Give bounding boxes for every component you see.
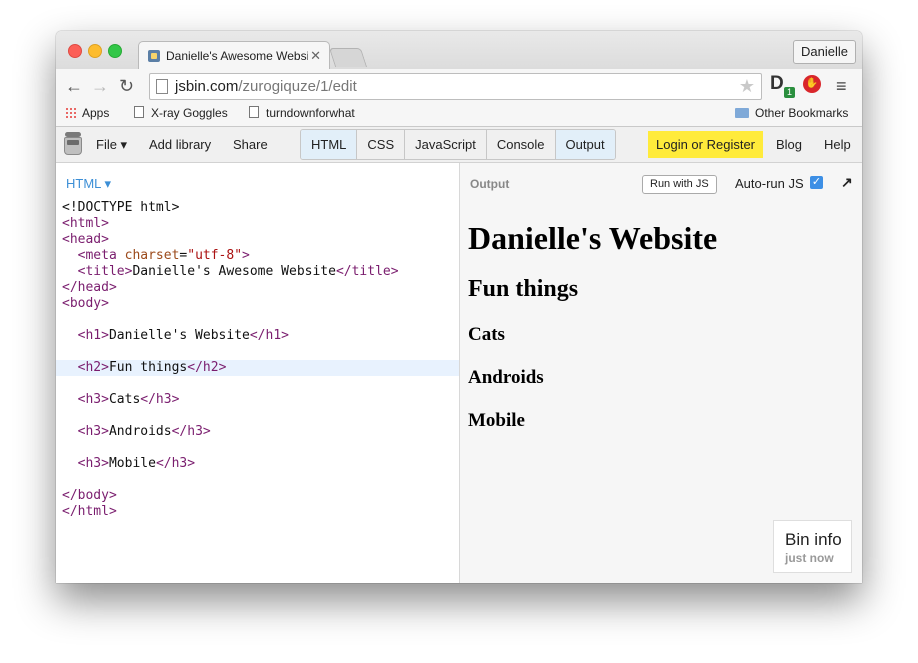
bookmark-apps-label: Apps xyxy=(82,106,110,120)
bookmark-turndownforwhat[interactable]: turndownforwhat xyxy=(249,106,355,120)
output-h1: Danielle's Website xyxy=(468,220,718,256)
code-line[interactable]: </html> xyxy=(56,504,459,520)
bin-info-box[interactable]: Bin info just now xyxy=(773,520,852,573)
title-bar: Danielle's Awesome Websi ✕ Danielle xyxy=(56,31,862,70)
code-line[interactable]: <body> xyxy=(56,296,459,312)
panel-toggle-html[interactable]: HTML xyxy=(301,130,358,159)
share-menu[interactable]: Share xyxy=(233,137,268,152)
panel-toggles: HTML CSS JavaScript Console Output xyxy=(300,129,616,160)
file-menu[interactable]: File ▾ xyxy=(96,137,127,153)
extension-badge: 1 xyxy=(784,87,795,98)
hamburger-menu-icon[interactable]: ≡ xyxy=(836,76,847,97)
bookmarks-bar: Apps X-ray Goggles turndownforwhat Other… xyxy=(56,103,862,127)
browser-toolbar: ← → ↻ jsbin.com/zurogiquze/1/edit ★ D 1 … xyxy=(56,69,862,103)
code-line[interactable]: <meta charset="utf-8"> xyxy=(56,248,459,264)
output-h3-mobile: Mobile xyxy=(468,410,525,431)
code-line[interactable] xyxy=(56,376,459,392)
code-line[interactable]: </head> xyxy=(56,280,459,296)
apps-grid-icon xyxy=(65,107,76,118)
code-line[interactable]: <!DOCTYPE html> xyxy=(56,200,459,216)
address-bar[interactable]: jsbin.com/zurogiquze/1/edit ★ xyxy=(149,73,762,100)
jsbin-menu-bar: File ▾ Add library Share HTML CSS JavaSc… xyxy=(56,127,862,163)
output-h2: Fun things xyxy=(468,276,579,302)
add-library-menu[interactable]: Add library xyxy=(149,137,211,152)
jsbin-favicon-icon xyxy=(148,50,160,62)
folder-icon xyxy=(735,108,749,118)
bookmark-star-icon[interactable]: ★ xyxy=(739,76,755,97)
run-with-js-button[interactable]: Run with JS xyxy=(642,175,717,194)
code-line[interactable]: <h3>Cats</h3> xyxy=(56,392,459,408)
login-register-button[interactable]: Login or Register xyxy=(648,131,763,158)
popout-arrow-icon[interactable]: ↗ xyxy=(841,174,853,191)
panel-toggle-output[interactable]: Output xyxy=(555,130,615,159)
page-icon xyxy=(249,106,259,118)
other-bookmarks-label: Other Bookmarks xyxy=(755,106,849,120)
stop-extension-icon[interactable]: ✋ xyxy=(803,75,821,93)
tab-close-icon[interactable]: ✕ xyxy=(310,48,321,64)
back-arrow-icon[interactable]: ← xyxy=(65,77,83,95)
code-line[interactable]: <html> xyxy=(56,216,459,232)
code-line[interactable]: <h3>Androids</h3> xyxy=(56,424,459,440)
code-line[interactable] xyxy=(56,472,459,488)
forward-arrow-icon[interactable]: → xyxy=(91,77,109,95)
code-line[interactable] xyxy=(56,440,459,456)
browser-tab[interactable]: Danielle's Awesome Websi ✕ xyxy=(138,41,330,70)
code-line[interactable]: <h2>Fun things</h2> xyxy=(56,360,459,376)
zoom-window-button[interactable] xyxy=(108,44,122,58)
url-text[interactable]: jsbin.com/zurogiquze/1/edit xyxy=(175,78,357,95)
panel-toggle-css[interactable]: CSS xyxy=(357,130,406,159)
blog-link[interactable]: Blog xyxy=(776,137,802,152)
bin-info-time: just now xyxy=(785,551,834,565)
code-editor[interactable]: <!DOCTYPE html> <html> <head> <meta charse… xyxy=(56,200,459,520)
output-panel-label: Output xyxy=(470,177,510,191)
panel-toggle-javascript[interactable]: JavaScript xyxy=(405,130,487,159)
page-icon xyxy=(156,79,168,94)
url-path: /zurogiquze/1/edit xyxy=(238,78,357,95)
html-panel-label[interactable]: HTML ▾ xyxy=(66,176,111,192)
tab-title: Danielle's Awesome Websi xyxy=(166,49,308,63)
code-line[interactable] xyxy=(56,344,459,360)
code-line[interactable]: <h3>Mobile</h3> xyxy=(56,456,459,472)
reload-icon[interactable]: ↻ xyxy=(119,77,134,95)
output-panel: Output Run with JS Auto-run JS ✓ ↗ Danie… xyxy=(460,163,862,583)
code-line[interactable]: <title>Danielle's Awesome Website</title… xyxy=(56,264,459,280)
autorun-label: Auto-run JS xyxy=(735,176,804,191)
code-line[interactable] xyxy=(56,408,459,424)
code-line[interactable] xyxy=(56,312,459,328)
code-line[interactable]: <head> xyxy=(56,232,459,248)
autorun-checkbox[interactable]: ✓ xyxy=(810,176,823,189)
minimize-window-button[interactable] xyxy=(88,44,102,58)
panel-toggle-console[interactable]: Console xyxy=(486,130,556,159)
code-line[interactable]: </body> xyxy=(56,488,459,504)
bookmark-xray-goggles[interactable]: X-ray Goggles xyxy=(134,106,228,120)
jsbin-logo-icon[interactable] xyxy=(64,132,82,156)
output-h3-androids: Androids xyxy=(468,367,544,388)
help-link[interactable]: Help xyxy=(824,137,851,152)
profile-button[interactable]: Danielle xyxy=(793,40,856,64)
code-line[interactable]: <h1>Danielle's Website</h1> xyxy=(56,328,459,344)
close-window-button[interactable] xyxy=(68,44,82,58)
html-editor-panel[interactable]: HTML ▾ <!DOCTYPE html> <html> <head> <meta… xyxy=(56,163,460,583)
page-icon xyxy=(134,106,144,118)
browser-window: Danielle's Awesome Websi ✕ Danielle ← → … xyxy=(56,31,862,583)
new-tab-button[interactable] xyxy=(328,48,368,67)
other-bookmarks[interactable]: Other Bookmarks xyxy=(735,106,848,120)
output-h3-cats: Cats xyxy=(468,324,505,345)
bin-info-title: Bin info xyxy=(785,530,842,549)
rendered-output: Danielle's Website Fun things Cats Andro… xyxy=(468,213,717,432)
url-host: jsbin.com xyxy=(175,78,239,95)
bookmark-apps[interactable]: Apps xyxy=(65,106,109,120)
bookmark-turndown-label: turndownforwhat xyxy=(266,106,355,120)
bookmark-xray-label: X-ray Goggles xyxy=(151,106,228,120)
